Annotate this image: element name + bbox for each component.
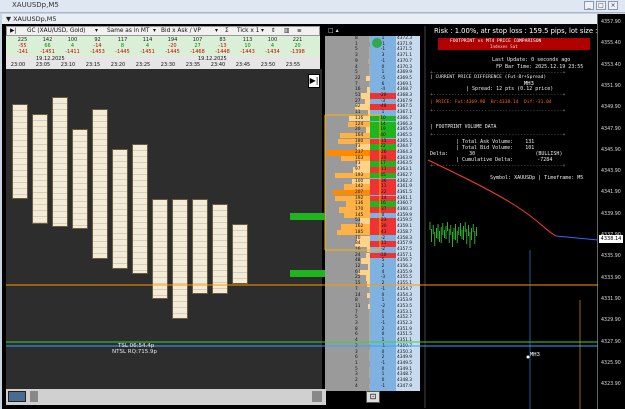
terminal-window: XAUUSDp,M5 _ □ × ▼ XAUUSDp,M5 ▶| GC (XAU… bbox=[0, 0, 625, 409]
grid-icon[interactable] bbox=[8, 391, 26, 402]
chart-overlay bbox=[6, 26, 599, 409]
scroll-right-icon[interactable] bbox=[312, 391, 322, 402]
price-marker-line bbox=[555, 235, 599, 241]
poc-marker bbox=[290, 213, 325, 220]
zoom-icon[interactable]: ⊡ bbox=[366, 391, 380, 403]
poc-marker bbox=[290, 270, 325, 277]
current-price-tag: 4338.14 bbox=[599, 235, 623, 243]
play-bar-icon[interactable]: ▶| bbox=[308, 74, 320, 88]
ntsl-label: NTSL RQ:715.9p bbox=[112, 349, 158, 355]
scroll-navigator[interactable] bbox=[6, 389, 326, 405]
mh3-dot bbox=[526, 355, 530, 359]
scroll-left-icon[interactable] bbox=[30, 391, 38, 402]
